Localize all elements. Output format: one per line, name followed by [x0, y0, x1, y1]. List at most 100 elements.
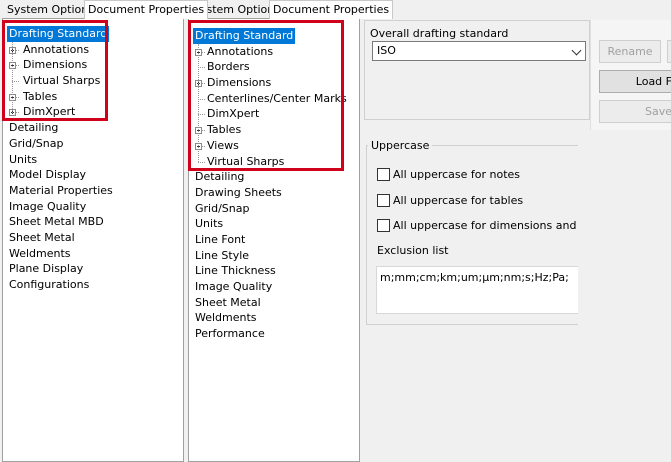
left-tree-item[interactable]: Annotations — [3, 42, 183, 58]
middle-tree-item[interactable]: Line Font — [189, 232, 359, 248]
left-tree-label: Image Quality — [9, 199, 87, 213]
left-tree-item[interactable]: Material Properties — [3, 183, 183, 199]
uppercase-dimensions-label: All uppercase for dimensions and hole ca — [393, 219, 577, 232]
middle-tabbar: System Options Document Properties — [186, 0, 394, 19]
exclusion-list-value: m;mm;cm;km;um;µm;nm;s;Hz;Pa; — [380, 271, 569, 284]
left-tree-item[interactable]: Virtual Sharps — [3, 73, 183, 89]
middle-tree-item[interactable]: Virtual Sharps — [189, 154, 359, 170]
left-tree: Drafting Standard Annotations Dimensions Vi… — [3, 26, 183, 293]
exclusion-list-field[interactable]: m;mm;cm;km;um;µm;nm;s;Hz;Pa; — [376, 266, 578, 314]
uppercase-tables-checkbox[interactable] — [377, 194, 390, 207]
middle-tree-label: Drawing Sheets — [195, 185, 282, 199]
tree-connector — [198, 98, 205, 100]
left-tree-item[interactable]: Sheet Metal MBD — [3, 214, 183, 230]
middle-tree-label: Annotations — [207, 44, 274, 58]
middle-tree: Drafting Standard Annotations Borders Dimen… — [189, 28, 359, 342]
middle-tree-label: Virtual Sharps — [207, 154, 285, 168]
left-tree-item[interactable]: Model Display — [3, 167, 183, 183]
left-tree-item[interactable]: Detailing — [3, 120, 183, 136]
middle-tree-item[interactable]: Dimensions — [189, 75, 359, 91]
middle-tree-item[interactable]: Drafting Standard — [189, 28, 359, 44]
save-button[interactable]: Save — [599, 100, 671, 123]
left-tree-label: Grid/Snap — [9, 136, 64, 150]
middle-tree-label: Drafting Standard — [193, 28, 296, 44]
left-tree-label: Sheet Metal — [9, 230, 75, 244]
left-tree-item[interactable]: Dimensions — [3, 57, 183, 73]
middle-tree-label: Borders — [207, 60, 250, 74]
standard-select[interactable]: ISO — [372, 41, 586, 61]
uppercase-title: Uppercase — [368, 139, 433, 152]
tree-connector — [198, 114, 205, 116]
left-tree-label: DimXpert — [23, 105, 76, 119]
left-tree-label: Annotations — [23, 42, 90, 56]
left-tree-item[interactable]: Units — [3, 152, 183, 168]
left-tree-item[interactable]: Sheet Metal — [3, 230, 183, 246]
left-tree-label: Weldments — [9, 246, 71, 260]
middle-tree-item[interactable]: Image Quality — [189, 279, 359, 295]
middle-tree-item[interactable]: Centerlines/Center Marks — [189, 91, 359, 107]
left-tree-item[interactable]: DimXpert — [3, 104, 183, 120]
middle-tree-label: DimXpert — [207, 107, 260, 121]
load-button[interactable]: Load F — [599, 70, 671, 93]
middle-tree-label: Sheet Metal — [195, 295, 261, 309]
left-tree-item[interactable]: Grid/Snap — [3, 136, 183, 152]
middle-tree-label: Performance — [195, 327, 265, 341]
tree-connector — [198, 67, 205, 69]
standard-value: ISO — [377, 44, 396, 57]
middle-tree-item[interactable]: Line Thickness — [189, 263, 359, 279]
middle-tree-label: Line Font — [195, 232, 246, 246]
left-tree-item[interactable]: Weldments — [3, 246, 183, 262]
left-tree-item[interactable]: Plane Display — [3, 261, 183, 277]
left-tree-label: Detailing — [9, 121, 59, 135]
left-tree-label: Units — [9, 152, 38, 166]
middle-tree-label: Dimensions — [207, 76, 272, 90]
exclusion-list-label: Exclusion list — [377, 244, 449, 257]
tree-vertical-connector — [12, 41, 13, 113]
middle-tree-item[interactable]: Performance — [189, 326, 359, 342]
middle-tree-item[interactable]: Weldments — [189, 310, 359, 326]
middle-tree-item[interactable]: Views — [189, 138, 359, 154]
middle-tree-item[interactable]: Annotations — [189, 44, 359, 60]
left-tab-document-properties[interactable]: Document Properties — [84, 0, 209, 19]
middle-tab-document-properties[interactable]: Document Properties — [269, 0, 394, 19]
tree-connector — [12, 81, 19, 83]
left-tree-label: Drafting Standard — [7, 26, 110, 42]
uppercase-notes-checkbox[interactable] — [377, 168, 390, 181]
middle-tree-label: Image Quality — [195, 280, 273, 293]
middle-tree-item[interactable]: Sheet Metal — [189, 295, 359, 311]
middle-tree-label: Line Thickness — [195, 264, 276, 278]
left-tree-label: Plane Display — [9, 262, 84, 276]
middle-tree-panel: Drafting Standard Annotations Borders Dimen… — [188, 18, 360, 462]
uppercase-dimensions-checkbox[interactable] — [377, 219, 390, 232]
standard-title: Overall drafting standard — [370, 27, 509, 40]
tree-connector — [198, 161, 205, 163]
middle-tree-label: Grid/Snap — [195, 201, 250, 215]
middle-tree-item[interactable]: Grid/Snap — [189, 201, 359, 217]
middle-tree-item[interactable]: Drawing Sheets — [189, 185, 359, 201]
middle-tree-label: Views — [207, 138, 239, 152]
middle-tree-item[interactable]: DimXpert — [189, 106, 359, 122]
uppercase-tables-label: All uppercase for tables — [393, 194, 524, 207]
left-tree-label: Virtual Sharps — [23, 74, 101, 88]
middle-tree-item[interactable]: Detailing — [189, 169, 359, 185]
left-tree-label: Configurations — [9, 278, 90, 291]
second-top-button[interactable] — [667, 40, 671, 63]
left-tree-label: Dimensions — [23, 58, 88, 72]
left-tree-item[interactable]: Configurations — [3, 277, 183, 293]
left-tree-label: Model Display — [9, 168, 87, 182]
rename-button[interactable]: Rename — [599, 40, 661, 63]
middle-tree-label: Units — [195, 217, 224, 231]
left-tree-item[interactable]: Image Quality — [3, 199, 183, 215]
left-tree-label: Material Properties — [9, 183, 113, 197]
left-tree-item[interactable]: Tables — [3, 89, 183, 105]
left-tree-item[interactable]: Drafting Standard — [3, 26, 183, 42]
middle-tree-label: Line Style — [195, 248, 250, 262]
middle-tree-item[interactable]: Borders — [189, 59, 359, 75]
middle-tree-label: Tables — [207, 123, 242, 137]
middle-tree-item[interactable]: Line Style — [189, 248, 359, 264]
left-tree-panel: Drafting Standard Annotations Dimensions Vi… — [2, 18, 184, 462]
middle-tree-label: Detailing — [195, 170, 245, 184]
middle-tree-item[interactable]: Units — [189, 216, 359, 232]
middle-tree-item[interactable]: Tables — [189, 122, 359, 138]
left-tabbar: System Options Document Properties — [0, 0, 209, 19]
